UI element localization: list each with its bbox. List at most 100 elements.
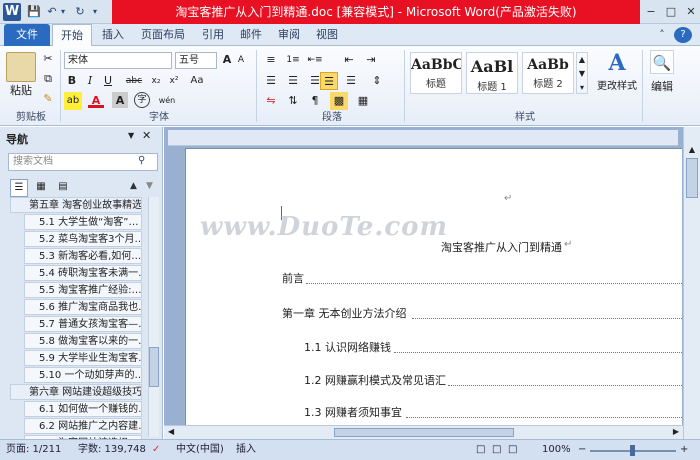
align-center-icon[interactable]: ☰ [284, 72, 302, 90]
shrink-font-icon[interactable]: A [234, 51, 248, 69]
nav-section-heading[interactable]: 6.1 如何做一个赚钱的… [24, 401, 142, 417]
italic-icon[interactable]: I [82, 72, 98, 90]
strikethrough-icon[interactable]: abc [122, 72, 146, 90]
style-gallery-scroll-icon[interactable]: ▲ ▼ ▾ [576, 52, 588, 94]
nav-scrollbar-thumb[interactable] [149, 347, 159, 387]
word-app-icon[interactable]: W [3, 3, 21, 21]
grow-font-icon[interactable]: A [220, 51, 234, 69]
zoom-in-icon[interactable]: + [680, 440, 688, 460]
word-count[interactable]: 字数: 139,748 [78, 440, 146, 460]
numbering-icon[interactable]: 1≡ [284, 51, 302, 69]
toc-entry[interactable]: 前言 [282, 270, 304, 286]
nav-section-heading[interactable]: 5.6 推广淘宝商品我也… [24, 299, 142, 315]
tab-view[interactable]: 视图 [310, 24, 344, 46]
tab-page-layout[interactable]: 页面布局 [134, 24, 192, 46]
distributed-icon[interactable]: ☰ [342, 72, 360, 90]
customize-qat-icon[interactable]: ▾ [90, 4, 100, 20]
nav-pane-options-icon[interactable]: ▼ [128, 131, 134, 140]
zoom-out-icon[interactable]: − [578, 440, 586, 460]
tab-file[interactable]: 文件 [4, 24, 50, 46]
font-family-combo[interactable]: 宋体 [64, 52, 172, 69]
browse-pages-tab[interactable]: ▦ [32, 179, 50, 197]
horizontal-scrollbar-thumb[interactable] [334, 428, 514, 437]
horizontal-scrollbar[interactable]: ◀ ▶ [164, 425, 683, 439]
help-icon[interactable]: ? [674, 27, 692, 43]
minimize-button[interactable]: − [640, 3, 662, 21]
web-layout-view-icon[interactable]: □ [508, 440, 517, 460]
repeat-icon[interactable]: ↻ [72, 4, 88, 20]
nav-section-heading[interactable]: 5.2 菜鸟淘宝客3个月… [24, 231, 142, 247]
zoom-level[interactable]: 100% [542, 440, 571, 460]
undo-dropdown-icon[interactable]: ▾ [58, 4, 68, 20]
justify-icon[interactable]: ☰ [320, 72, 338, 90]
nav-section-heading[interactable]: 5.7 普通女孩淘宝客—… [24, 316, 142, 332]
toc-entry[interactable]: 1.2 网赚赢利模式及常见语汇 [304, 372, 446, 388]
scroll-up-icon[interactable]: ▲ [684, 145, 700, 154]
nav-section-heading[interactable]: 5.5 淘宝客推广经验:… [24, 282, 142, 298]
change-styles-button[interactable]: 更改样式 [594, 78, 640, 96]
page-count[interactable]: 页面: 1/211 [6, 440, 61, 460]
minimize-ribbon-icon[interactable]: ˄ [655, 24, 669, 46]
nav-chapter-heading[interactable]: 第五章 淘客创业故事精选 [10, 197, 142, 213]
nav-scrollbar[interactable] [148, 197, 159, 437]
multilevel-list-icon[interactable]: ⇤≡ [306, 51, 324, 69]
find-icon[interactable]: 🔍 [650, 50, 674, 74]
nav-section-heading[interactable]: 5.8 做淘宝客以来的一… [24, 333, 142, 349]
maximize-button[interactable]: □ [660, 3, 682, 21]
change-case-icon[interactable]: Aa [186, 72, 208, 90]
next-heading-icon[interactable]: ▼ [146, 181, 153, 191]
scroll-right-icon[interactable]: ▶ [673, 427, 679, 436]
tab-home[interactable]: 开始 [52, 24, 92, 47]
browse-results-tab[interactable]: ▤ [54, 179, 72, 197]
toc-entry[interactable]: 1.1 认识网络赚钱 [304, 339, 391, 355]
align-left-icon[interactable]: ☰ [262, 72, 280, 90]
style-gallery-item[interactable]: AaBbC 标题 [410, 52, 462, 94]
close-button[interactable]: ✕ [680, 3, 700, 21]
close-pane-icon[interactable]: ✕ [142, 129, 151, 142]
copy-icon[interactable]: ⧉ [40, 70, 56, 88]
vertical-scrollbar-thumb[interactable] [686, 158, 698, 198]
format-painter-icon[interactable]: ✎ [40, 90, 56, 108]
nav-section-heading[interactable]: 5.1 大学生做“淘客”… [24, 214, 142, 230]
style-gallery-item[interactable]: AaBb 标题 2 [522, 52, 574, 94]
insert-mode-status[interactable]: 插入 [236, 440, 256, 460]
tab-references[interactable]: 引用 [196, 24, 230, 46]
full-screen-view-icon[interactable]: □ [492, 440, 501, 460]
paste-button[interactable]: 粘贴 [2, 82, 40, 100]
print-layout-view-icon[interactable]: □ [476, 440, 485, 460]
character-shading-icon[interactable]: A [112, 92, 128, 108]
underline-icon[interactable]: U [100, 72, 116, 90]
scroll-left-icon[interactable]: ◀ [168, 427, 174, 436]
nav-section-heading[interactable]: 5.10 一个动如芽声的… [24, 367, 142, 383]
subscript-icon[interactable]: x₂ [148, 72, 164, 90]
bullets-icon[interactable]: ≡ [262, 51, 280, 69]
zoom-slider-thumb[interactable] [630, 445, 635, 456]
nav-chapter-heading[interactable]: 第六章 网站建设超级技巧 [10, 384, 142, 400]
save-icon[interactable]: 💾 [26, 4, 42, 20]
previous-heading-icon[interactable]: ▲ [130, 181, 137, 191]
nav-section-heading[interactable]: 5.3 新淘客必看,如何… [24, 248, 142, 264]
font-size-combo[interactable]: 五号 [175, 52, 217, 69]
line-spacing-icon[interactable]: ⇕ [368, 72, 386, 90]
superscript-icon[interactable]: x² [166, 72, 182, 90]
nav-section-heading[interactable]: 5.9 大学毕业生淘宝客… [24, 350, 142, 366]
proofing-icon[interactable]: ✓ [152, 440, 160, 460]
increase-indent-icon[interactable]: ⇥ [362, 51, 380, 69]
enclose-characters-icon[interactable]: 字 [134, 92, 150, 108]
cut-icon[interactable]: ✂ [40, 50, 56, 68]
toc-entry[interactable]: 第一章 无本创业方法介绍 [282, 305, 407, 321]
vertical-scrollbar[interactable]: ▲ [683, 127, 700, 439]
search-icon[interactable]: ⚲ [138, 155, 145, 166]
tab-insert[interactable]: 插入 [96, 24, 130, 46]
nav-search-input[interactable]: 搜索文档 [8, 153, 158, 171]
nav-section-heading[interactable]: 6.2 网站推广之内容建… [24, 418, 142, 434]
change-styles-icon[interactable]: A [604, 50, 630, 76]
clipboard-icon[interactable] [6, 52, 36, 82]
font-color-icon[interactable]: A [88, 92, 104, 108]
tab-review[interactable]: 审阅 [272, 24, 306, 46]
bold-icon[interactable]: B [64, 72, 80, 90]
language-status[interactable]: 中文(中国) [176, 440, 224, 460]
editing-button[interactable]: 编辑 [644, 78, 680, 96]
nav-section-heading[interactable]: 5.4 砖职淘宝客未满一… [24, 265, 142, 281]
tab-mailings[interactable]: 邮件 [234, 24, 268, 46]
